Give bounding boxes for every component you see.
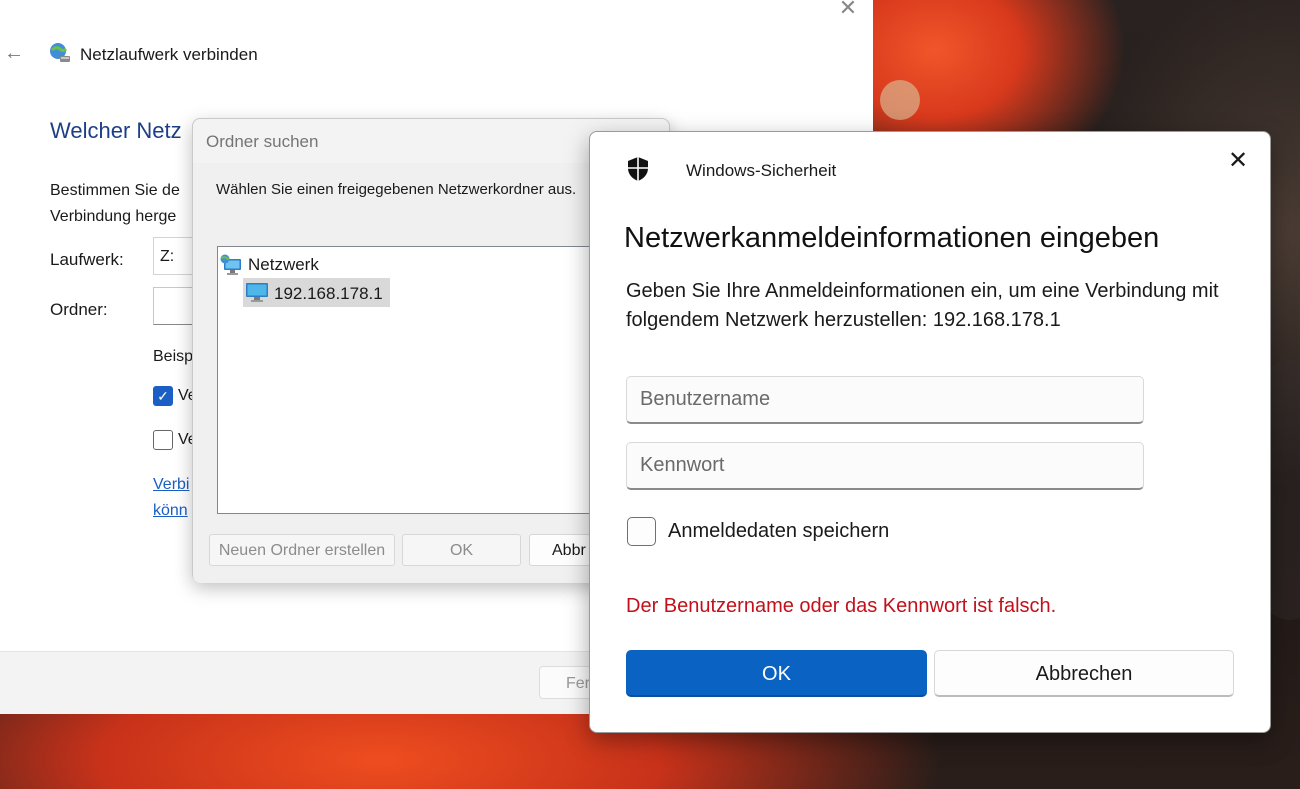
folder-label: Ordner: [50, 300, 108, 319]
window-title: Netzlaufwerk verbinden [80, 45, 258, 64]
example-text: Beisp [153, 348, 194, 365]
close-icon[interactable]: ✕ [1224, 148, 1252, 176]
tree-node-host[interactable]: 192.168.178.1 [243, 278, 390, 307]
close-icon[interactable]: ✕ [838, 0, 858, 19]
password-input[interactable] [626, 442, 1144, 490]
new-folder-button[interactable]: Neuen Ordner erstellen [209, 534, 395, 566]
dialog-instruction: Wählen Sie einen freigegebenen Netzwerko… [216, 181, 577, 198]
cancel-button[interactable]: Abbrechen [934, 650, 1234, 697]
network-icon [220, 254, 241, 275]
wizard-heading: Welcher Netz [50, 118, 182, 143]
ok-button[interactable]: OK [626, 650, 927, 697]
reconnect-checkbox[interactable]: ✓ [153, 386, 173, 406]
error-message: Der Benutzername oder das Kennwort ist f… [626, 595, 1057, 617]
save-credentials-label: Anmeldedaten speichern [668, 520, 890, 542]
username-input[interactable] [626, 376, 1144, 424]
dialog-heading: Netzwerkanmeldeinformationen eingeben [624, 222, 1160, 254]
dialog-app-title: Windows-Sicherheit [686, 161, 837, 180]
save-credentials-checkbox[interactable] [627, 517, 656, 546]
other-credentials-checkbox[interactable] [153, 430, 173, 450]
shield-icon [628, 157, 648, 181]
computer-icon [246, 283, 268, 302]
dialog-message: Geben Sie Ihre Anmeldeinformationen ein,… [626, 280, 1219, 331]
windows-security-dialog: Windows-Sicherheit ✕ Netzwerkanmeldeinfo… [589, 131, 1271, 733]
back-arrow-icon[interactable]: ← [4, 42, 26, 64]
link-line[interactable]: Verbi [153, 472, 189, 498]
folder-tree[interactable]: Netzwerk 192.168.178.1 [217, 246, 617, 514]
wallpaper-detail [880, 80, 920, 120]
drive-label: Laufwerk: [50, 250, 124, 269]
description-line: Bestimmen Sie de [50, 182, 180, 199]
tree-node-label: 192.168.178.1 [274, 284, 383, 303]
tree-node-label: Netzwerk [248, 255, 319, 274]
link-line[interactable]: könn [153, 498, 189, 524]
network-drive-icon [50, 43, 70, 62]
connect-website-link[interactable]: Verbi könn [153, 472, 189, 524]
dialog-title: Ordner suchen [206, 132, 319, 151]
description-line: Verbindung herge [50, 208, 177, 225]
ok-button[interactable]: OK [402, 534, 521, 566]
wizard-description: Bestimmen Sie de Verbindung herge [50, 178, 180, 230]
